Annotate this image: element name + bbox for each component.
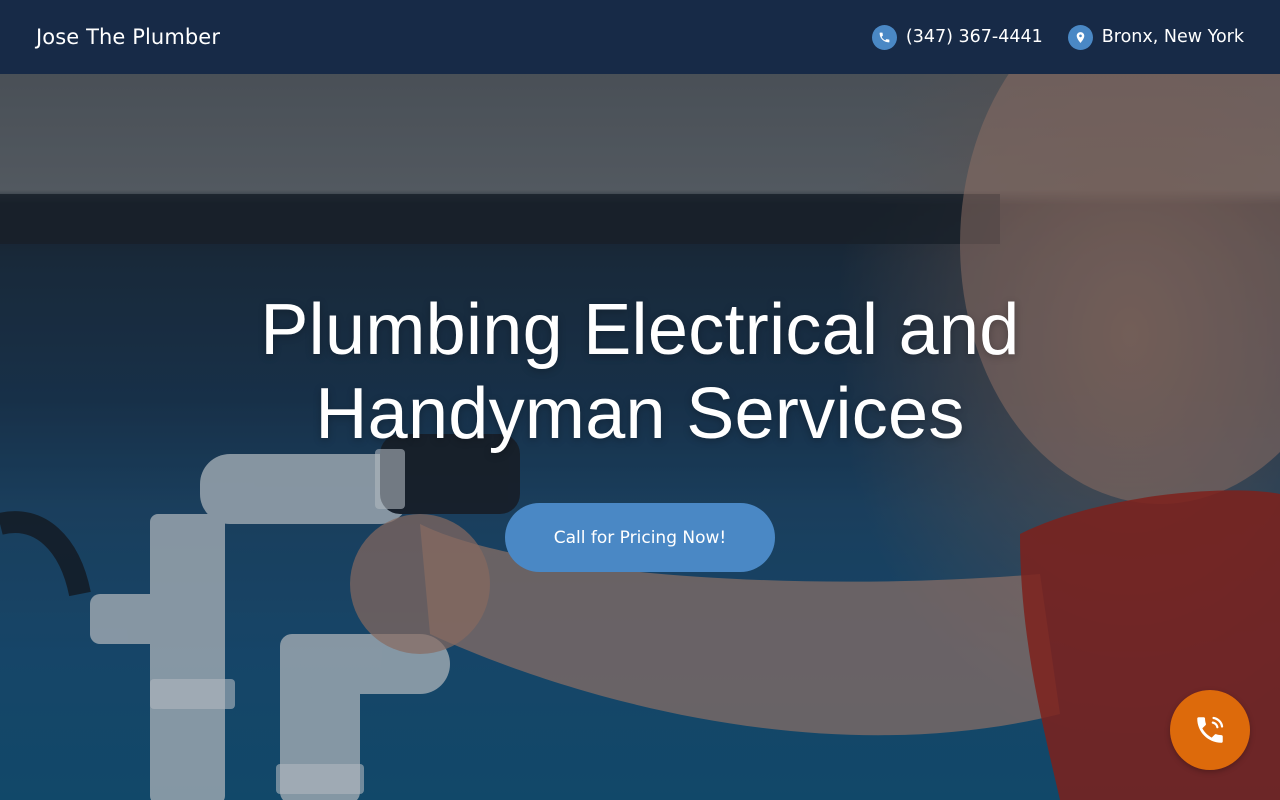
- location-link[interactable]: Bronx, New York: [1067, 24, 1244, 50]
- map-pin-icon: [1067, 24, 1093, 50]
- phone-number: (347) 367-4441: [905, 27, 1043, 47]
- location-text: Bronx, New York: [1101, 27, 1244, 47]
- call-for-pricing-button[interactable]: Call for Pricing Now!: [505, 503, 775, 572]
- hero-title-line-2: Handyman Services: [315, 374, 965, 454]
- brand-name[interactable]: Jose The Plumber: [36, 25, 220, 49]
- floating-call-button[interactable]: [1170, 690, 1250, 770]
- hero-section: Plumbing Electrical and Handyman Service…: [0, 74, 1280, 800]
- header-contacts: (347) 367-4441 Bronx, New York: [871, 24, 1244, 50]
- hero-title: Plumbing Electrical and Handyman Service…: [0, 288, 1280, 456]
- site-header: Jose The Plumber (347) 367-4441 Bronx, N…: [0, 0, 1280, 74]
- phone-icon: [871, 24, 897, 50]
- phone-link[interactable]: (347) 367-4441: [871, 24, 1043, 50]
- phone-call-icon: [1197, 716, 1224, 743]
- hero-title-line-1: Plumbing Electrical and: [260, 290, 1020, 370]
